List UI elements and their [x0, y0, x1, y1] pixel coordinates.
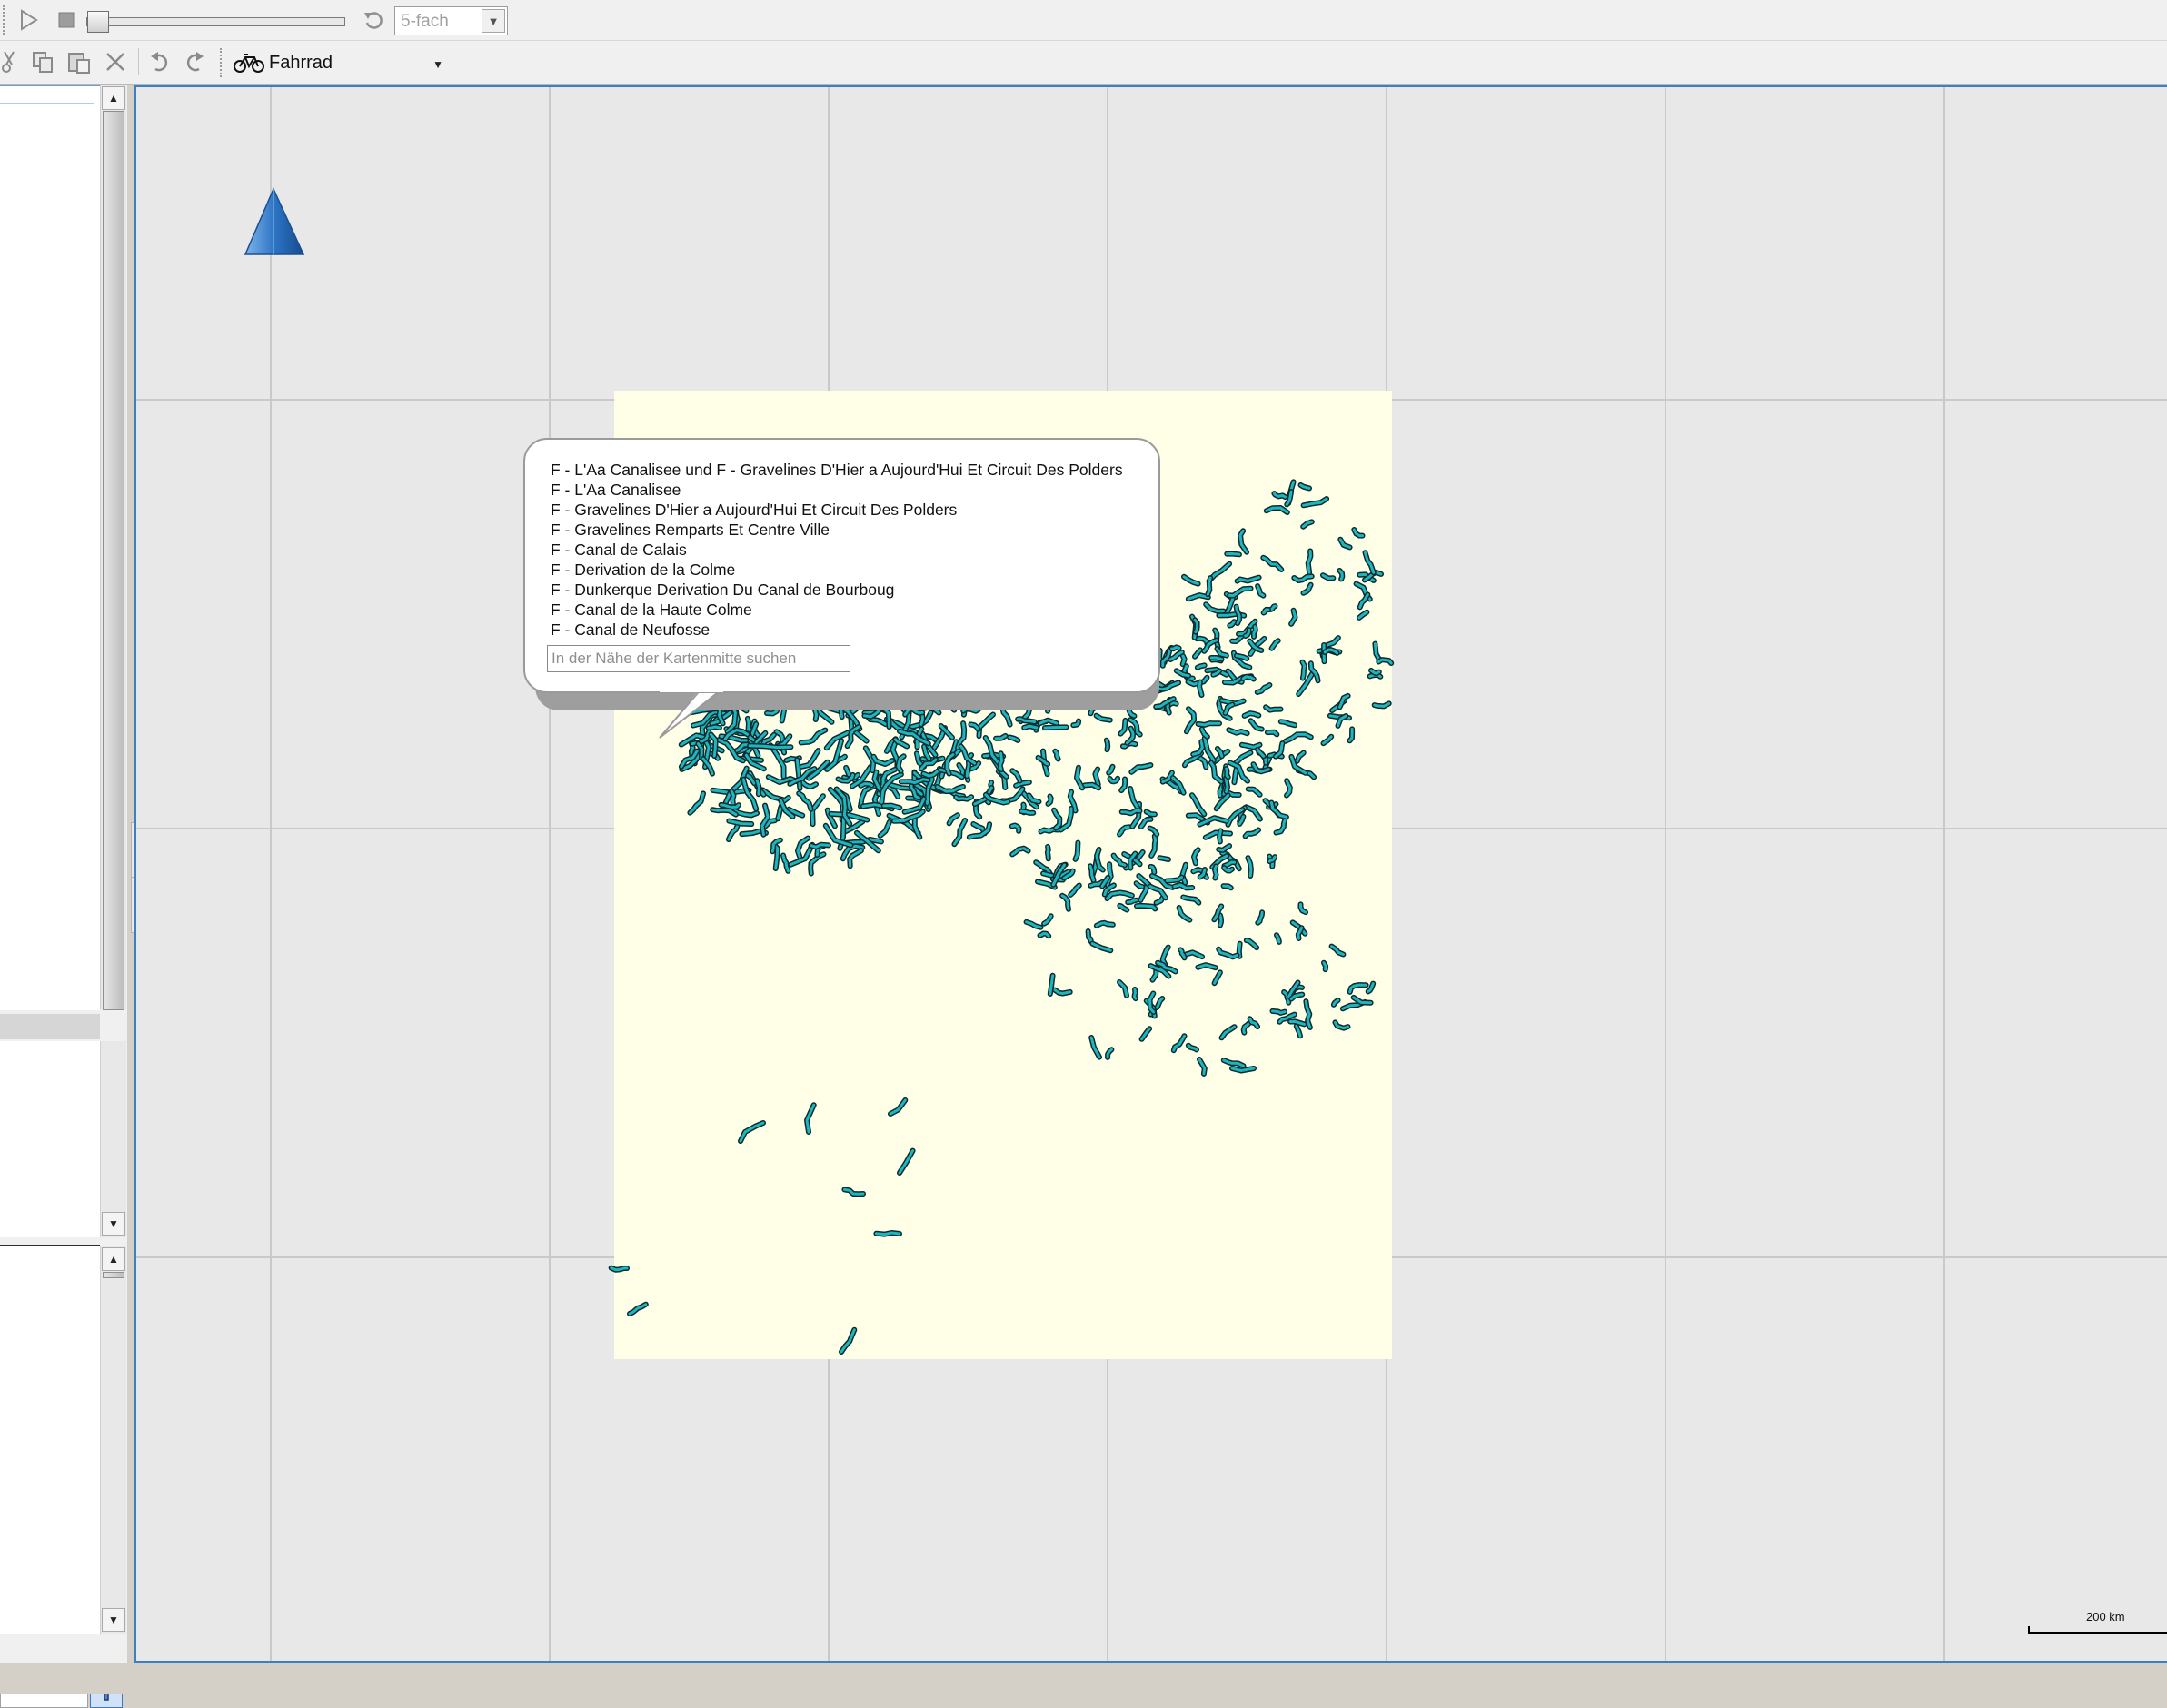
playback-toolbar: 5-fach ▼ [0, 0, 2167, 41]
paste-icon [67, 50, 91, 74]
route-segment [1198, 723, 1219, 725]
map-view[interactable] [134, 85, 2167, 1663]
route-segment [1048, 847, 1049, 859]
chevron-down-icon[interactable]: ▼ [432, 58, 443, 71]
route-segment [876, 1233, 900, 1235]
speed-select-value: 5-fach [401, 12, 449, 32]
tree-scrollbar[interactable]: ▲ [100, 85, 126, 1009]
panel-header [0, 1014, 100, 1039]
route-segment [1220, 915, 1221, 925]
route-segment [1215, 866, 1217, 878]
scale-bar-line [2028, 1626, 2167, 1634]
toolbar-divider [138, 48, 139, 75]
popup-pointer-mask [654, 672, 727, 692]
search-result-item[interactable]: F - Dunkerque Derivation Du Canal de Bou… [551, 580, 1123, 600]
details-scrollbar[interactable]: ▼ [100, 1041, 126, 1237]
route-segment [1000, 753, 1002, 770]
search-result-item[interactable]: F - Canal de la Haute Colme [551, 600, 1123, 620]
scroll-thumb[interactable] [103, 1272, 124, 1278]
route-segment [1135, 989, 1136, 998]
play-button[interactable] [15, 7, 42, 33]
play-icon [18, 9, 38, 31]
north-arrow-icon [244, 187, 307, 260]
route-segment [1021, 811, 1033, 813]
search-result-item[interactable]: F - Canal de Calais [551, 540, 1123, 560]
route-segment [1303, 662, 1305, 679]
list-panel [0, 1245, 100, 1634]
undo-button[interactable] [145, 48, 173, 75]
scroll-thumb[interactable] [103, 111, 124, 1010]
search-result-item[interactable]: F - L'Aa Canalisee und F - Gravelines D'… [551, 460, 1123, 480]
search-result-item[interactable]: F - Derivation de la Colme [551, 560, 1123, 580]
search-results-list: F - L'Aa Canalisee und F - Gravelines D'… [551, 460, 1123, 640]
popup-pointer [654, 687, 727, 741]
map-canvas[interactable] [136, 87, 2167, 1663]
playback-slider-track[interactable] [86, 17, 345, 26]
route-segment [1227, 554, 1239, 555]
scale-bar-label: 200 km [2086, 1610, 2125, 1624]
toolbar-grip[interactable] [220, 48, 225, 77]
route-segment [1183, 656, 1185, 665]
copy-icon [31, 50, 55, 74]
route-segment [921, 715, 923, 724]
copy-button[interactable] [29, 48, 56, 75]
paste-button[interactable] [65, 48, 93, 75]
stop-icon [56, 10, 76, 30]
route-segment [1107, 740, 1108, 750]
route-segment [1172, 647, 1179, 649]
stop-button[interactable] [53, 7, 80, 33]
profile-select[interactable]: Fahrrad ▼ [227, 46, 449, 79]
scroll-up-button[interactable]: ▲ [102, 86, 125, 110]
search-input[interactable] [547, 645, 850, 672]
playback-slider-thumb[interactable] [87, 11, 109, 33]
route-segment [956, 797, 971, 799]
scale-bar: 200 km [2028, 1610, 2167, 1634]
redo-icon [184, 51, 206, 73]
delete-button[interactable] [102, 48, 129, 75]
search-result-item[interactable]: F - Gravelines Remparts Et Centre Ville [551, 520, 1123, 540]
tree-panel [0, 85, 100, 1010]
scroll-down-button[interactable]: ▼ [102, 1212, 125, 1236]
chevron-down-icon[interactable]: ▼ [482, 9, 505, 33]
scroll-up-button[interactable]: ▲ [102, 1247, 125, 1271]
route-segment [1226, 778, 1228, 791]
search-result-item[interactable]: F - Canal de Neufosse [551, 620, 1123, 640]
search-result-item[interactable]: F - L'Aa Canalisee [551, 480, 1123, 500]
scroll-down-button[interactable]: ▼ [102, 1608, 125, 1632]
status-bar [0, 1663, 2167, 1694]
speed-select[interactable]: 5-fach ▼ [394, 6, 508, 35]
route-segment [1045, 727, 1067, 728]
details-panel [0, 1041, 100, 1237]
profile-select-value: Fahrrad [269, 53, 333, 74]
route-segment [1211, 658, 1221, 660]
bicycle-icon [233, 52, 265, 74]
search-result-item[interactable]: F - Gravelines D'Hier a Aujourd'Hui Et C… [551, 500, 1123, 520]
tree-separator [0, 103, 94, 104]
repeat-icon [363, 9, 384, 31]
route-segment [750, 746, 790, 748]
close-icon [104, 51, 126, 73]
scissors-icon [1, 50, 19, 74]
search-results-popup: F - L'Aa Canalisee und F - Gravelines D'… [523, 438, 1160, 693]
list-scrollbar[interactable]: ▲ ▼ [100, 1246, 126, 1634]
route-segment [1024, 726, 1037, 728]
cut-button[interactable] [0, 48, 20, 75]
left-panels: ▲ ▼ ▲ ▼ ▼ [0, 85, 127, 1663]
route-segment [1160, 858, 1169, 859]
undo-icon [148, 51, 170, 73]
repeat-button[interactable] [360, 7, 387, 33]
route-segment [1227, 769, 1228, 777]
toolbar-grip[interactable] [3, 5, 8, 35]
route-segment [1219, 830, 1220, 841]
redo-button[interactable] [182, 48, 209, 75]
